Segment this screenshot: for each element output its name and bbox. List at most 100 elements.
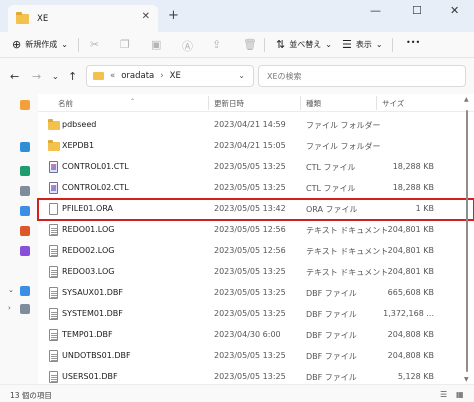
table-row[interactable]: UNDOTBS01.DBF 2023/05/05 13:25 DBF ファイル 204… [38, 346, 474, 367]
breadcrumb-oradata[interactable]: oradata [121, 71, 154, 81]
text-file-icon [49, 245, 58, 257]
table-row[interactable]: SYSAUX01.DBF 2023/05/05 13:25 DBF ファイル 665,… [38, 283, 474, 304]
file-name: CONTROL01.CTL [62, 162, 129, 171]
file-size: 204,808 KB [387, 330, 434, 339]
column-type[interactable]: 種類 [306, 98, 321, 109]
rename-button[interactable]: Ⓐ [182, 38, 193, 54]
sort-button[interactable]: ⇅ 並べ替え ⌄ [276, 38, 332, 51]
close-window-button[interactable]: ✕ [450, 4, 459, 17]
file-date: 2023/04/21 14:59 [214, 120, 286, 129]
file-type: DBF ファイル [306, 310, 357, 319]
tab-xe[interactable]: XE ✕ [8, 5, 158, 32]
column-divider[interactable] [376, 96, 377, 110]
folder-icon [16, 11, 29, 24]
drive-icon[interactable] [20, 304, 30, 314]
clipboard-icon: ▣ [151, 38, 162, 51]
table-row[interactable]: TEMP01.DBF 2023/04/30 6:00 DBF ファイル 204,808… [38, 325, 474, 346]
folder-icon [48, 140, 60, 151]
back-button[interactable]: ← [10, 70, 19, 83]
table-row[interactable]: CONTROL01.CTL 2023/05/05 13:25 CTL ファイル 18,… [38, 157, 474, 178]
copy-button[interactable]: ❐ [120, 38, 130, 51]
file-type: DBF ファイル [306, 352, 357, 361]
title-bar: XE ✕ + — ☐ ✕ [0, 0, 474, 32]
more-options-button[interactable]: ••• [402, 38, 420, 47]
scroll-down-icon[interactable]: ▼ [464, 376, 469, 383]
chevron-down-icon: ⌄ [61, 40, 68, 49]
videos-icon[interactable] [20, 246, 30, 256]
view-button[interactable]: ☰ 表示 ⌄ [342, 38, 383, 51]
table-row[interactable]: REDO01.LOG 2023/05/05 12:56 テキスト ドキュメント 204… [38, 220, 474, 241]
file-size: 204,801 KB [387, 225, 434, 234]
plus-circle-icon: ⊕ [12, 38, 22, 51]
address-bar[interactable]: « oradata › XE ⌄ [86, 65, 254, 87]
details-view-icon[interactable]: ☰ [440, 390, 447, 399]
file-date: 2023/05/05 13:25 [214, 288, 286, 297]
table-row[interactable]: REDO03.LOG 2023/05/05 13:25 テキスト ドキュメント 204… [38, 262, 474, 283]
tab-close-icon[interactable]: ✕ [142, 11, 150, 22]
cut-button[interactable]: ✂ [90, 38, 99, 51]
table-row[interactable]: pdbseed 2023/04/21 14:59 ファイル フォルダー [38, 115, 474, 136]
forward-button[interactable]: → [32, 70, 41, 83]
rename-icon: Ⓐ [182, 40, 193, 53]
scroll-thumb[interactable] [466, 110, 468, 372]
address-row: ← → ⌄ ↑ « oradata › XE ⌄ XEの検索 [0, 58, 474, 94]
file-size: 204,808 KB [387, 351, 434, 360]
scroll-up-icon[interactable]: ▲ [464, 96, 469, 103]
delete-button[interactable]: 🗑 [243, 38, 257, 51]
trash-icon: 🗑 [243, 38, 257, 51]
table-row[interactable]: CONTROL02.CTL 2023/05/05 13:25 CTL ファイル 18,… [38, 178, 474, 199]
new-button[interactable]: ⊕ 新規作成 ⌄ [12, 38, 68, 51]
file-type: ファイル フォルダー [306, 121, 381, 130]
this-pc-icon[interactable] [20, 286, 30, 296]
folder-icon [93, 72, 104, 80]
file-name: UNDOTBS01.DBF [62, 351, 131, 360]
file-size: 18,288 KB [392, 162, 434, 171]
downloads-icon[interactable] [20, 166, 30, 176]
paste-button[interactable]: ▣ [151, 38, 161, 51]
more-icon: ••• [406, 38, 421, 47]
pictures-icon[interactable] [20, 206, 30, 216]
desktop-icon[interactable] [20, 142, 30, 152]
table-row[interactable]: XEPDB1 2023/04/21 15:05 ファイル フォルダー [38, 136, 474, 157]
documents-icon[interactable] [20, 186, 30, 196]
file-name: REDO02.LOG [62, 246, 115, 255]
column-date[interactable]: 更新日時 [214, 98, 244, 109]
dbf-file-icon [49, 308, 58, 320]
new-tab-button[interactable]: + [168, 8, 179, 23]
dbf-file-icon [49, 329, 58, 341]
table-row[interactable]: SYSTEM01.DBF 2023/05/05 13:25 DBF ファイル 1,37… [38, 304, 474, 325]
file-type: ORA ファイル [306, 205, 358, 214]
column-divider[interactable] [300, 96, 301, 110]
share-button[interactable]: ⇪ [212, 38, 221, 51]
minimize-button[interactable]: — [370, 4, 381, 17]
dbf-file-icon [49, 287, 58, 299]
file-name: REDO01.LOG [62, 225, 115, 234]
address-chevron-icon[interactable]: ⌄ [238, 71, 245, 80]
column-size[interactable]: サイズ [382, 98, 404, 109]
file-date: 2023/05/05 12:56 [214, 246, 286, 255]
copy-icon: ❐ [120, 38, 130, 51]
home-icon[interactable] [20, 100, 30, 110]
command-bar: ⊕ 新規作成 ⌄ ✂ ❐ ▣ Ⓐ ⇪ 🗑 ⇅ 並べ替え ⌄ ☰ 表示 ⌄ ••• [0, 32, 474, 58]
chevron-down-icon[interactable]: ⌄ [8, 286, 14, 294]
tiles-view-icon[interactable]: ▦ [456, 390, 464, 399]
ctl-file-icon [49, 161, 58, 173]
file-date: 2023/05/05 13:25 [214, 372, 286, 381]
history-chevron-icon[interactable]: ⌄ [52, 72, 59, 81]
breadcrumb-xe[interactable]: XE [170, 71, 181, 81]
file-name: CONTROL02.CTL [62, 183, 129, 192]
up-button[interactable]: ↑ [68, 70, 77, 83]
maximize-button[interactable]: ☐ [412, 4, 422, 17]
text-file-icon [49, 266, 58, 278]
file-type: DBF ファイル [306, 373, 357, 382]
search-input[interactable]: XEの検索 [258, 65, 466, 87]
table-row[interactable]: REDO02.LOG 2023/05/05 12:56 テキスト ドキュメント 204… [38, 241, 474, 262]
file-type: テキスト ドキュメント [306, 268, 389, 277]
file-name: XEPDB1 [62, 141, 95, 150]
breadcrumb-overflow[interactable]: « [110, 71, 115, 81]
column-divider[interactable] [208, 96, 209, 110]
column-name[interactable]: 名前 [58, 98, 73, 109]
table-row[interactable]: PFILE01.ORA 2023/05/05 13:42 ORA ファイル 1 KB [37, 198, 474, 221]
music-icon[interactable] [20, 226, 30, 236]
chevron-right-icon[interactable]: › [8, 304, 11, 312]
